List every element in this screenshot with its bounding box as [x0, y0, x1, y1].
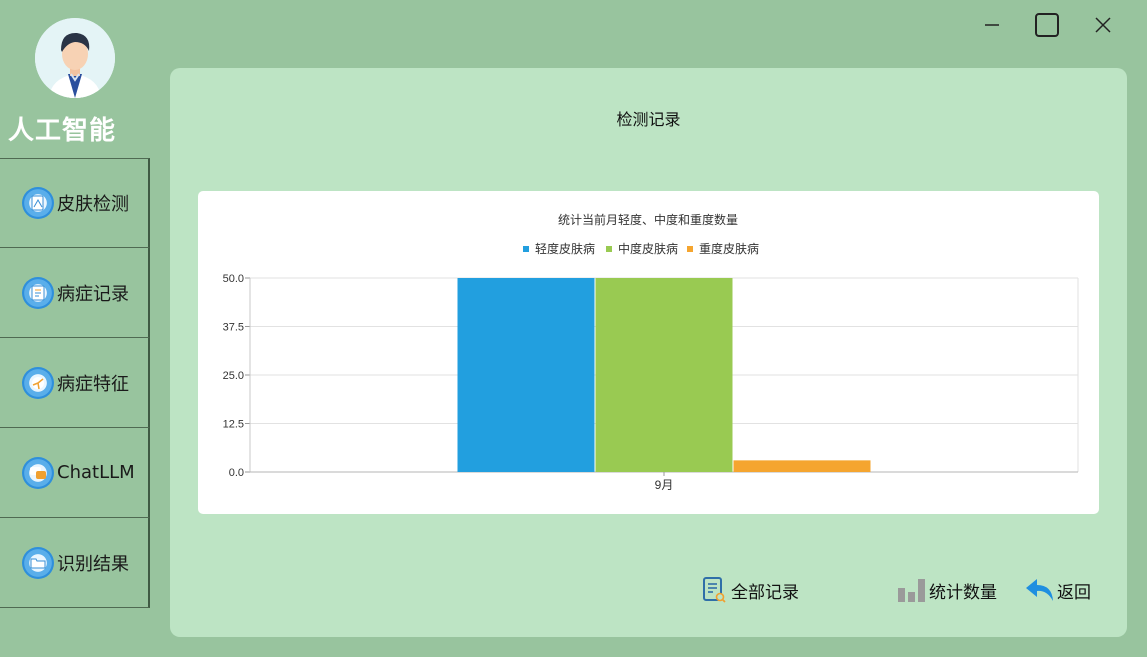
sidebar-item-label: ChatLLM — [57, 462, 135, 483]
statistics-label: 统计数量 — [929, 582, 997, 603]
feature-icon — [22, 366, 54, 399]
sidebar-item-skin-detection[interactable]: 皮肤检测 — [0, 158, 150, 248]
bar-2-0 — [733, 460, 871, 472]
chart-title: 统计当前月轻度、中度和重度数量 — [558, 212, 738, 227]
y-tick-label-4: 50.0 — [223, 273, 244, 285]
page-title: 检测记录 — [616, 110, 681, 129]
bar-chart: 统计当前月轻度、中度和重度数量轻度皮肤病 中度皮肤病 重度皮肤病 0.0 12.5 25.… — [223, 212, 1079, 492]
sidebar-item-label: 皮肤检测 — [57, 194, 129, 215]
maximize-icon[interactable] — [1032, 10, 1062, 40]
all-records-button[interactable]: 全部记录 — [702, 575, 799, 605]
document-search-icon — [703, 577, 726, 603]
sidebar-item-disease-record[interactable]: 病症记录 — [0, 248, 150, 338]
x-tick-label-0: 9月 — [655, 478, 674, 492]
all-records-label: 全部记录 — [731, 582, 799, 603]
back-label: 返回 — [1057, 582, 1091, 603]
close-icon[interactable] — [1088, 10, 1118, 40]
y-tick-label-0: 0.0 — [229, 467, 244, 479]
legend-label-0: 轻度皮肤病 — [535, 241, 595, 256]
minimize-icon[interactable] — [977, 10, 1007, 40]
y-tick-label-3: 37.5 — [223, 322, 244, 334]
app-title: 人工智能 — [8, 116, 117, 146]
sidebar-item-chatllm[interactable]: ChatLLM — [0, 428, 150, 518]
record-list-icon — [22, 276, 54, 309]
bar-1-0 — [595, 278, 733, 472]
y-tick-label-1: 12.5 — [223, 419, 244, 431]
sidebar-item-results[interactable]: 识别结果 — [0, 518, 150, 608]
statistics-button[interactable]: 统计数量 — [897, 575, 997, 605]
sidebar-item-disease-features[interactable]: 病症特征 — [0, 338, 150, 428]
legend-label-1: 中度皮肤病 — [618, 241, 678, 256]
avatar — [35, 18, 115, 98]
main-panel: 检测记录 统计当前月轻度、中度和重度数量轻度皮肤病 中度皮肤病 重度皮肤病 0.0 12… — [170, 68, 1127, 637]
legend-label-2: 重度皮肤病 — [699, 241, 759, 256]
sidebar-item-label: 病症特征 — [57, 373, 129, 395]
chat-icon — [22, 456, 54, 489]
legend-swatch-1 — [606, 246, 612, 252]
sidebar-item-label: 识别结果 — [57, 553, 129, 575]
skin-scan-icon — [22, 187, 54, 219]
sidebar-item-label: 病症记录 — [57, 283, 129, 305]
bar-stats-icon — [898, 579, 925, 602]
sidebar-nav: 皮肤检测 病症记录 病症特征 ChatLLM 识别结果 — [0, 158, 150, 608]
bar-0-0 — [457, 278, 595, 472]
folder-icon — [22, 546, 54, 579]
back-arrow-icon — [1026, 579, 1053, 601]
y-tick-label-2: 25.0 — [223, 370, 244, 382]
back-button[interactable]: 返回 — [1025, 575, 1091, 605]
legend-swatch-0 — [523, 246, 529, 252]
legend-swatch-2 — [687, 246, 693, 252]
chart-card: 统计当前月轻度、中度和重度数量轻度皮肤病 中度皮肤病 重度皮肤病 0.0 12.5 25.… — [198, 191, 1099, 514]
